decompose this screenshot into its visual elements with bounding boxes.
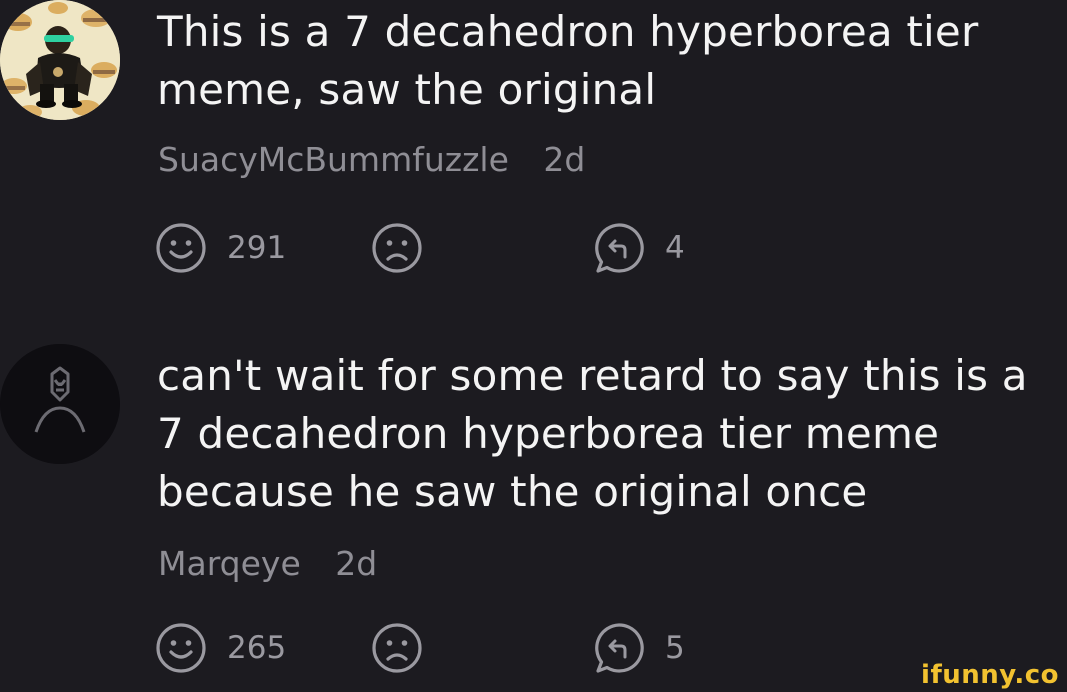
comment-age: 2d [543,140,586,179]
username-link[interactable]: Marqeye [158,544,301,583]
burger-sticker-avatar-image [0,0,120,120]
avatar[interactable] [0,344,120,464]
hooded-figure-avatar-image [0,344,120,464]
comment-line: because he saw the original once [157,467,868,516]
smile-count: 291 [227,230,287,266]
reply-icon [595,223,644,273]
comment-actions: 291 4 [155,222,755,274]
comment-line: 7 decahedron hyperborea tier meme [157,409,940,458]
reply-icon [595,623,644,673]
unsmile-icon [372,623,422,673]
comment-line: can't wait for some retard to say this i… [157,351,1028,400]
smile-count: 265 [227,630,287,666]
comment-meta: SuacyMcBummfuzzle 2d [158,140,585,179]
comment-text: can't wait for some retard to say this i… [157,347,1028,521]
comment-actions: 265 5 [155,622,755,674]
unsmile-icon [372,223,422,273]
smile-button[interactable]: 265 [155,622,286,674]
unsmile-button[interactable] [371,622,423,674]
comment-line: meme, saw the original [157,65,657,114]
reply-count: 5 [665,630,685,666]
reply-button[interactable]: 4 [593,222,685,274]
smile-icon [156,223,206,273]
comment-line: This is a 7 decahedron hyperborea tier [157,7,979,56]
smile-icon [156,623,206,673]
comment-meta: Marqeye 2d [158,544,377,583]
comment-text: This is a 7 decahedron hyperborea tier m… [157,3,978,119]
comment-age: 2d [335,544,378,583]
username-link[interactable]: SuacyMcBummfuzzle [158,140,509,179]
avatar[interactable] [0,0,120,120]
unsmile-button[interactable] [371,222,423,274]
ifunny-watermark: ifunny.co [921,660,1059,690]
smile-button[interactable]: 291 [155,222,286,274]
reply-button[interactable]: 5 [593,622,685,674]
reply-count: 4 [665,230,685,266]
